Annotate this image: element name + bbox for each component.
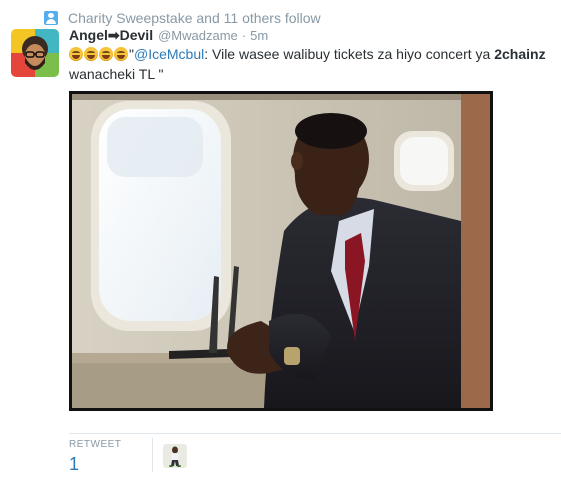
tweet-text: "@IceMcbul: Vile wasee walibuy tickets z… (69, 44, 549, 84)
tweet-timestamp[interactable]: 5m (250, 28, 268, 43)
stats-vertical-divider (152, 438, 153, 472)
social-context: Charity Sweepstake and 11 others follow (44, 9, 321, 27)
author-username[interactable]: @Mwadzame (158, 28, 238, 43)
laughing-emoji-icon (69, 47, 83, 61)
retweeter-avatar[interactable] (163, 444, 187, 468)
laughing-emoji-icon (84, 47, 98, 61)
header-separator: · (241, 28, 247, 43)
user-avatar[interactable] (11, 29, 59, 77)
laughing-emoji-icon (99, 47, 113, 61)
tweet-text-strong: 2chainz (494, 46, 546, 62)
social-context-text[interactable]: Charity Sweepstake and 11 others follow (68, 10, 321, 26)
author-fullname[interactable]: Angel➡Devil (69, 27, 153, 44)
tweet-text-body: : Vile wasee walibuy tickets za hiyo con… (204, 46, 495, 62)
tweet-photo[interactable] (69, 91, 493, 411)
follow-icon (44, 11, 58, 25)
stats-divider (69, 433, 561, 434)
mention-link[interactable]: @IceMcbul (134, 46, 204, 62)
retweet-count[interactable]: 1 (69, 454, 79, 475)
laughing-emoji-icon (114, 47, 128, 61)
tweet-text-tail: wanacheki TL " (69, 66, 164, 82)
retweet-label: RETWEET (69, 439, 122, 450)
